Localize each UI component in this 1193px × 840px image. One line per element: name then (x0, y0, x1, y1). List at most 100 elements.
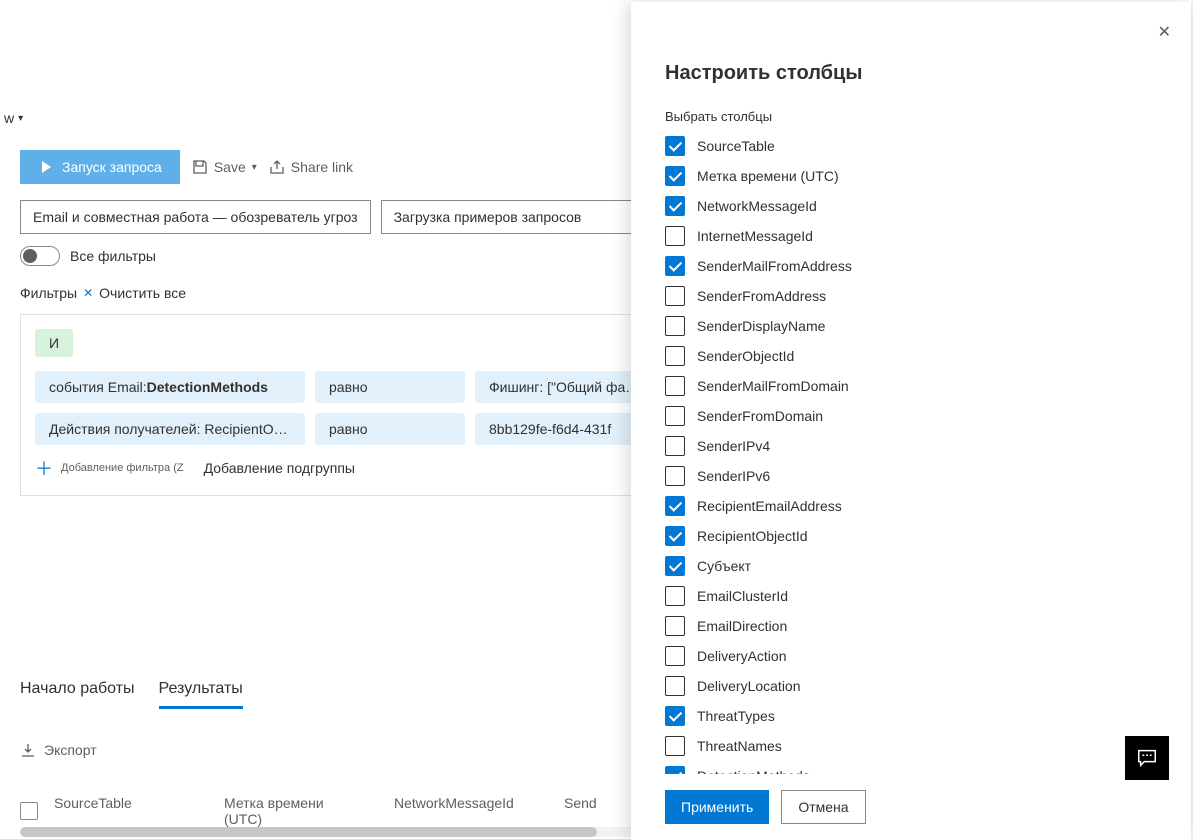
checkbox[interactable] (665, 496, 685, 516)
filter-op-pill[interactable]: равно (315, 371, 465, 403)
checkbox[interactable] (665, 166, 685, 186)
checkbox[interactable] (665, 406, 685, 426)
checkbox[interactable] (665, 556, 685, 576)
checkbox[interactable] (665, 436, 685, 456)
column-label: SenderFromDomain (697, 408, 823, 424)
checkbox[interactable] (665, 226, 685, 246)
column-label: Субъект (697, 558, 751, 574)
filter-value-pill[interactable]: 8bb129fe-f6d4-431f (475, 413, 655, 445)
table-column-header[interactable]: Send (564, 795, 624, 827)
column-item[interactable]: EmailClusterId (665, 586, 1151, 606)
column-label: SenderDisplayName (697, 318, 825, 334)
column-item[interactable]: ThreatTypes (665, 706, 1151, 726)
column-label: SenderMailFromAddress (697, 258, 852, 274)
customize-columns-panel: ✕ Настроить столбцы Выбрать столбцы Sour… (631, 2, 1191, 840)
run-query-button[interactable]: Запуск запроса (20, 150, 180, 184)
filter-field-pill[interactable]: Действия получателей: RecipientObj... (35, 413, 305, 445)
checkbox[interactable] (665, 646, 685, 666)
column-item[interactable]: InternetMessageId (665, 226, 1151, 246)
column-label: SenderIPv4 (697, 438, 770, 454)
checkbox[interactable] (665, 346, 685, 366)
add-filter-label[interactable]: Добавление фильтра (Z (61, 462, 184, 474)
column-label: SourceTable (697, 138, 775, 154)
column-item[interactable]: SenderDisplayName (665, 316, 1151, 336)
checkbox[interactable] (665, 466, 685, 486)
checkbox[interactable] (665, 316, 685, 336)
column-item[interactable]: EmailDirection (665, 616, 1151, 636)
clear-all-link[interactable]: Очистить все (99, 285, 186, 301)
and-badge[interactable]: И (35, 329, 73, 357)
cancel-button[interactable]: Отмена (781, 790, 865, 824)
column-label: RecipientEmailAddress (697, 498, 842, 514)
filter-field-pill[interactable]: события Email:DetectionMethods (35, 371, 305, 403)
all-filters-toggle[interactable] (20, 246, 60, 266)
column-item[interactable]: RecipientObjectId (665, 526, 1151, 546)
column-item[interactable]: Субъект (665, 556, 1151, 576)
checkbox[interactable] (665, 376, 685, 396)
threat-explorer-tag[interactable]: Email и совместная работа — обозреватель… (20, 200, 371, 234)
checkbox[interactable] (665, 526, 685, 546)
all-filters-label: Все фильтры (70, 248, 156, 264)
feedback-button[interactable] (1125, 736, 1169, 780)
filter-op-pill[interactable]: равно (315, 413, 465, 445)
all-filters-toggle-row: Все фильтры (20, 246, 156, 266)
checkbox[interactable] (665, 676, 685, 696)
column-item[interactable]: SenderObjectId (665, 346, 1151, 366)
save-icon (192, 159, 208, 175)
column-item[interactable]: SenderIPv6 (665, 466, 1151, 486)
column-label: DeliveryLocation (697, 678, 801, 694)
column-item[interactable]: DetectionMethods (665, 766, 1151, 774)
tab-start[interactable]: Начало работы (20, 680, 135, 709)
apply-button[interactable]: Применить (665, 790, 769, 824)
plus-icon[interactable]: ＋ (35, 455, 53, 481)
table-column-header[interactable]: Метка времени (UTC) (224, 795, 394, 827)
column-item[interactable]: DeliveryAction (665, 646, 1151, 666)
chevron-down-icon: ▾ (252, 162, 257, 173)
close-button[interactable]: ✕ (1158, 22, 1171, 42)
column-item[interactable]: Метка времени (UTC) (665, 166, 1151, 186)
column-item[interactable]: SenderMailFromDomain (665, 376, 1151, 396)
clear-x-icon[interactable]: ✕ (83, 286, 93, 300)
share-label: Share link (291, 159, 353, 175)
add-subgroup-label[interactable]: Добавление подгруппы (204, 460, 355, 476)
checkbox[interactable] (665, 766, 685, 774)
column-item[interactable]: NetworkMessageId (665, 196, 1151, 216)
column-item[interactable]: RecipientEmailAddress (665, 496, 1151, 516)
share-link-button[interactable]: Share link (269, 159, 353, 175)
column-label: EmailDirection (697, 618, 787, 634)
table-column-header[interactable]: NetworkMessageId (394, 795, 564, 827)
column-item[interactable]: SenderFromAddress (665, 286, 1151, 306)
checkbox[interactable] (665, 616, 685, 636)
column-label: SenderObjectId (697, 348, 794, 364)
select-all-checkbox[interactable] (20, 802, 54, 820)
panel-subtitle: Выбрать столбцы (665, 109, 1151, 124)
column-item[interactable]: DeliveryLocation (665, 676, 1151, 696)
table-column-header[interactable]: SourceTable (54, 795, 224, 827)
column-item[interactable]: SenderMailFromAddress (665, 256, 1151, 276)
checkbox[interactable] (665, 706, 685, 726)
filters-header: Фильтры ✕ Очистить все (20, 285, 186, 301)
column-item[interactable]: SenderFromDomain (665, 406, 1151, 426)
filter-value-pill[interactable]: Фишинг: ["Общий файл" r" (475, 371, 655, 403)
column-label: DeliveryAction (697, 648, 786, 664)
checkbox[interactable] (665, 196, 685, 216)
column-label: RecipientObjectId (697, 528, 808, 544)
panel-title: Настроить столбцы (665, 62, 1151, 85)
checkbox[interactable] (665, 736, 685, 756)
column-item[interactable]: SenderIPv4 (665, 436, 1151, 456)
export-button[interactable]: Экспорт (20, 742, 97, 758)
play-icon (38, 159, 54, 175)
save-button[interactable]: Save ▾ (192, 159, 257, 175)
save-label: Save (214, 159, 246, 175)
column-label: Метка времени (UTC) (697, 168, 839, 184)
checkbox[interactable] (665, 136, 685, 156)
query-tab-dropdown[interactable]: w ▾ (4, 110, 23, 126)
tab-results[interactable]: Результаты (159, 680, 243, 709)
checkbox[interactable] (665, 586, 685, 606)
checkbox[interactable] (665, 256, 685, 276)
checkbox[interactable] (665, 286, 685, 306)
column-item[interactable]: SourceTable (665, 136, 1151, 156)
scrollbar-thumb[interactable] (20, 827, 597, 837)
column-label: SenderFromAddress (697, 288, 826, 304)
column-item[interactable]: ThreatNames (665, 736, 1151, 756)
